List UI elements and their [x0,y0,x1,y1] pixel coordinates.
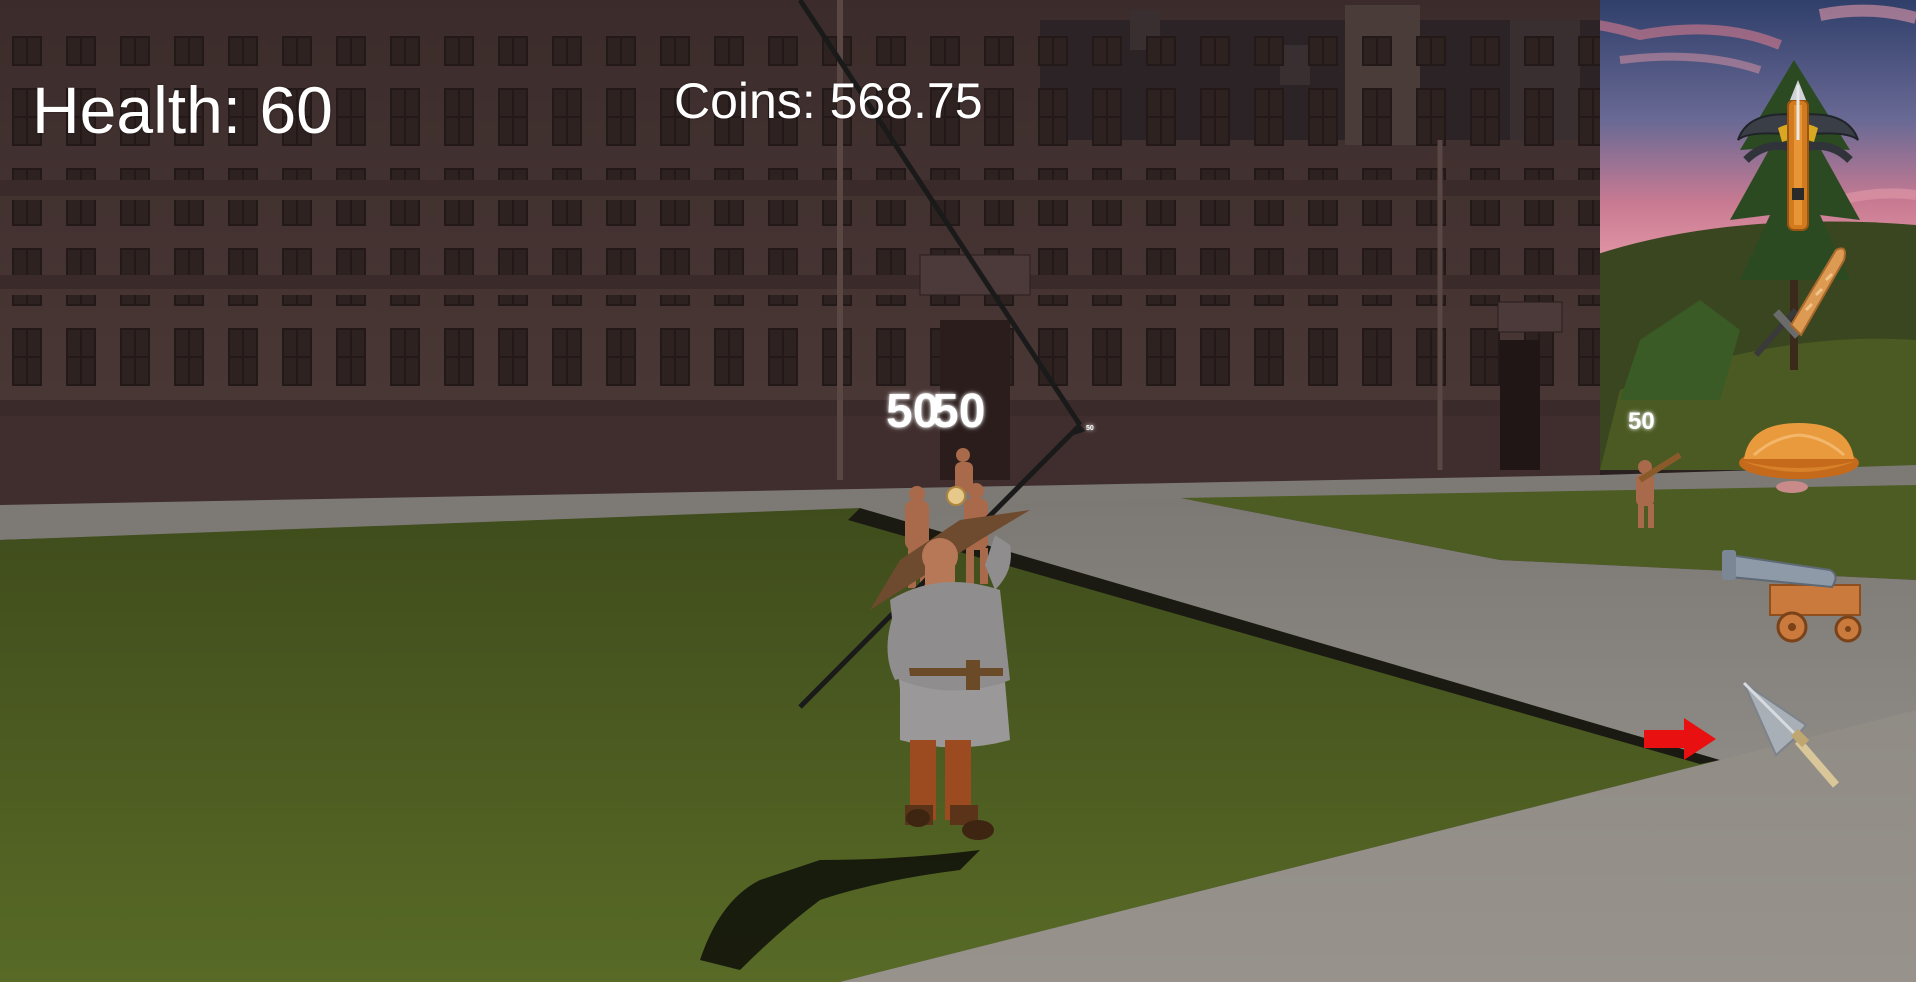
weapon-slot-sword[interactable] [1736,240,1856,370]
cannon-icon [1722,550,1862,643]
selected-weapon-arrow-icon [1640,714,1720,764]
weapon-slot-spear[interactable] [1736,675,1856,805]
damage-popup: 50 [1086,425,1094,432]
weapon-slot-pie[interactable] [1734,415,1864,495]
pie-icon [1739,423,1859,493]
damage-popup: 50 [1628,408,1655,435]
weapon-slot-crossbow[interactable] [1728,80,1868,240]
coins-display: Coins: 568.75 [674,73,983,129]
weapon-slot-cannon[interactable] [1720,535,1880,645]
sword-icon [1753,247,1846,357]
health-display: Health: 60 [32,73,333,147]
spear-icon [1741,680,1840,788]
game-viewport[interactable]: Health: 60 Coins: 568.75 50 50 50 50 [0,0,1916,982]
crossbow-icon [1737,80,1859,231]
damage-popup: 50 [932,385,986,438]
